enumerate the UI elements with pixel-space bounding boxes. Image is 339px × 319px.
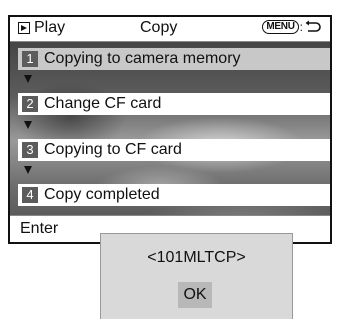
folder-name: <101MLTCP>: [147, 249, 246, 266]
step-number: 4: [22, 187, 38, 203]
step-change-cf-card: 2 Change CF card: [18, 93, 330, 115]
step-copying-to-camera-memory: 1 Copying to camera memory: [18, 48, 330, 70]
ok-button[interactable]: OK: [178, 282, 212, 308]
menu-separator: :: [299, 20, 303, 34]
back-arrow-icon: [305, 20, 321, 32]
step-arrow-down-icon: [24, 166, 32, 174]
step-copying-to-cf-card: 3 Copying to CF card: [18, 139, 330, 161]
step-number: 3: [22, 142, 38, 158]
step-label: Copy completed: [44, 186, 160, 203]
copy-folder-dialog: <101MLTCP> OK: [100, 233, 293, 319]
play-icon: [18, 22, 30, 34]
step-copy-completed: 4 Copy completed: [18, 184, 330, 206]
menu-title: Copy: [140, 19, 178, 36]
step-label: Copying to CF card: [44, 141, 182, 158]
play-mode-indicator: Play: [18, 19, 65, 37]
step-label: Change CF card: [44, 95, 162, 112]
step-arrow-down-icon: [24, 75, 32, 83]
menu-header: Play Copy MENU :: [10, 17, 330, 42]
step-arrow-down-icon: [24, 121, 32, 129]
step-number: 1: [22, 51, 38, 67]
menu-button-badge: MENU: [262, 20, 299, 34]
step-label: Copying to camera memory: [44, 50, 241, 67]
menu-back-hint: MENU :: [262, 20, 322, 34]
enter-hint: Enter: [20, 220, 59, 237]
camera-lcd-screen: Play Copy MENU : 1 Copying to camera mem…: [8, 15, 332, 244]
mode-label: Play: [34, 19, 66, 36]
step-number: 2: [22, 96, 38, 112]
